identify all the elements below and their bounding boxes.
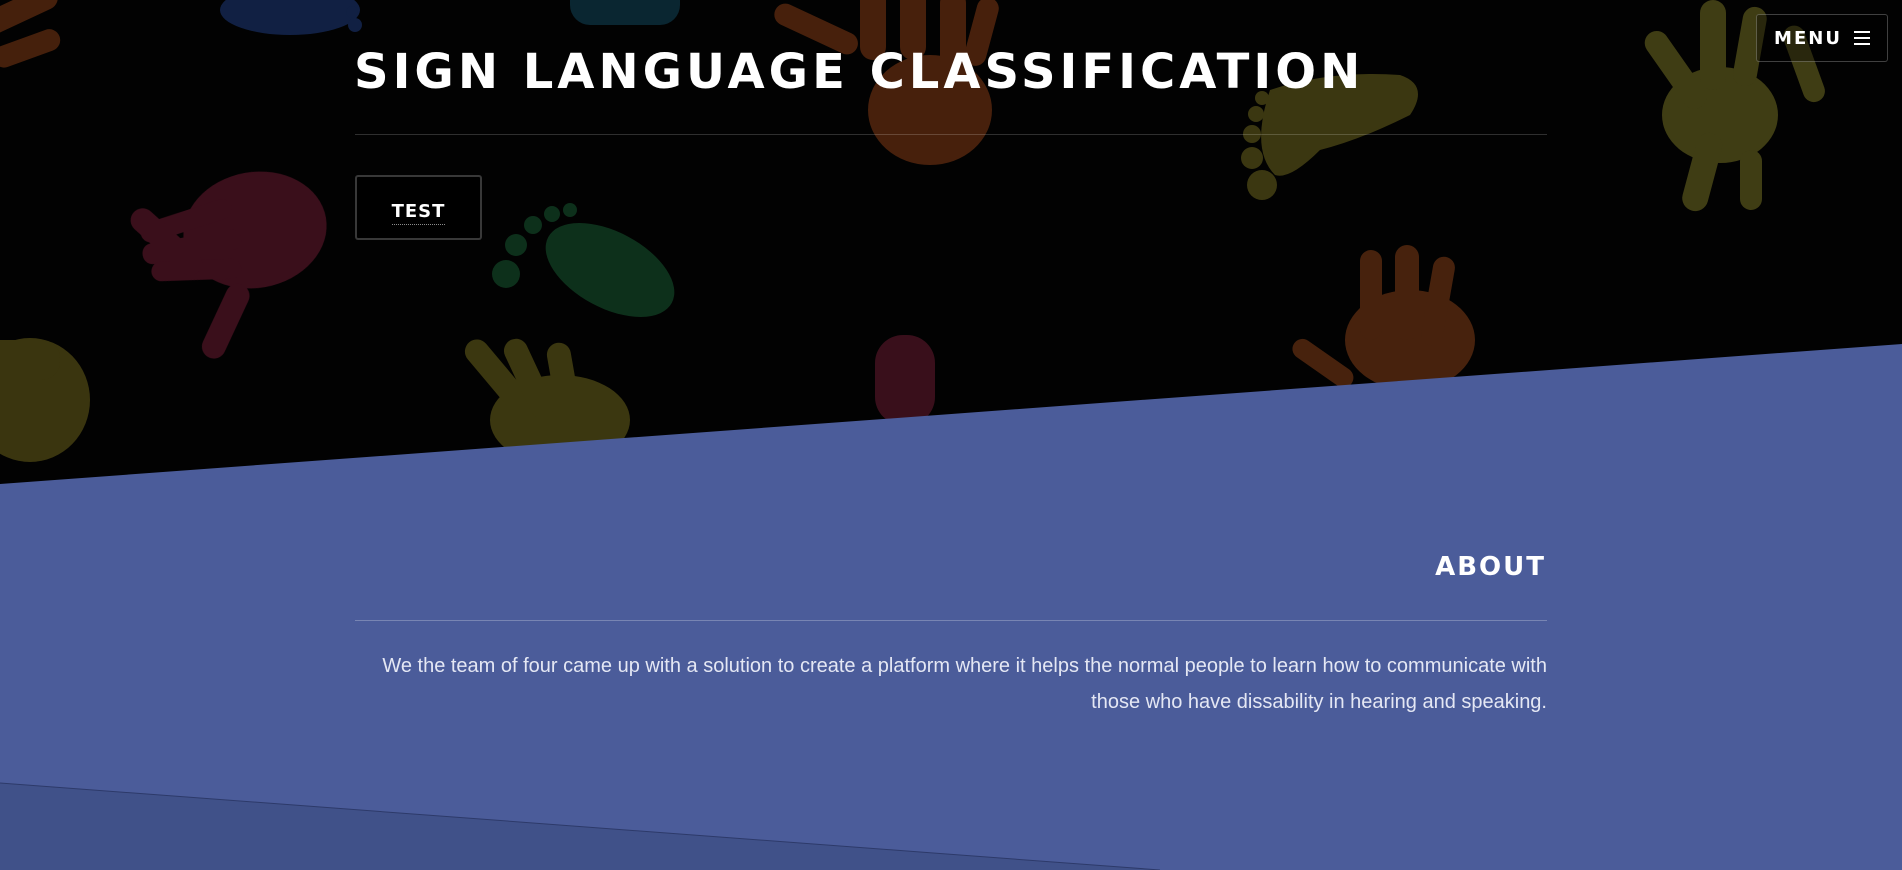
hero-divider bbox=[355, 134, 1547, 135]
hero-background bbox=[0, 0, 1902, 870]
about-heading: ABOUT bbox=[1435, 552, 1546, 582]
test-button-label: TEST bbox=[391, 201, 446, 225]
about-divider bbox=[355, 620, 1547, 621]
page: MENU SIGN LANGUAGE CLASSIFICATION TEST A… bbox=[0, 0, 1902, 870]
about-description: We the team of four came up with a solut… bbox=[382, 655, 1547, 713]
test-button[interactable]: TEST bbox=[355, 175, 482, 240]
page-title: SIGN LANGUAGE CLASSIFICATION bbox=[354, 44, 1365, 100]
menu-label: MENU bbox=[1774, 27, 1842, 49]
menu-button[interactable]: MENU bbox=[1756, 14, 1888, 62]
maroon-handprint-center bbox=[875, 335, 935, 425]
hamburger-icon bbox=[1853, 31, 1870, 45]
teal-handprint-top bbox=[570, 0, 680, 25]
